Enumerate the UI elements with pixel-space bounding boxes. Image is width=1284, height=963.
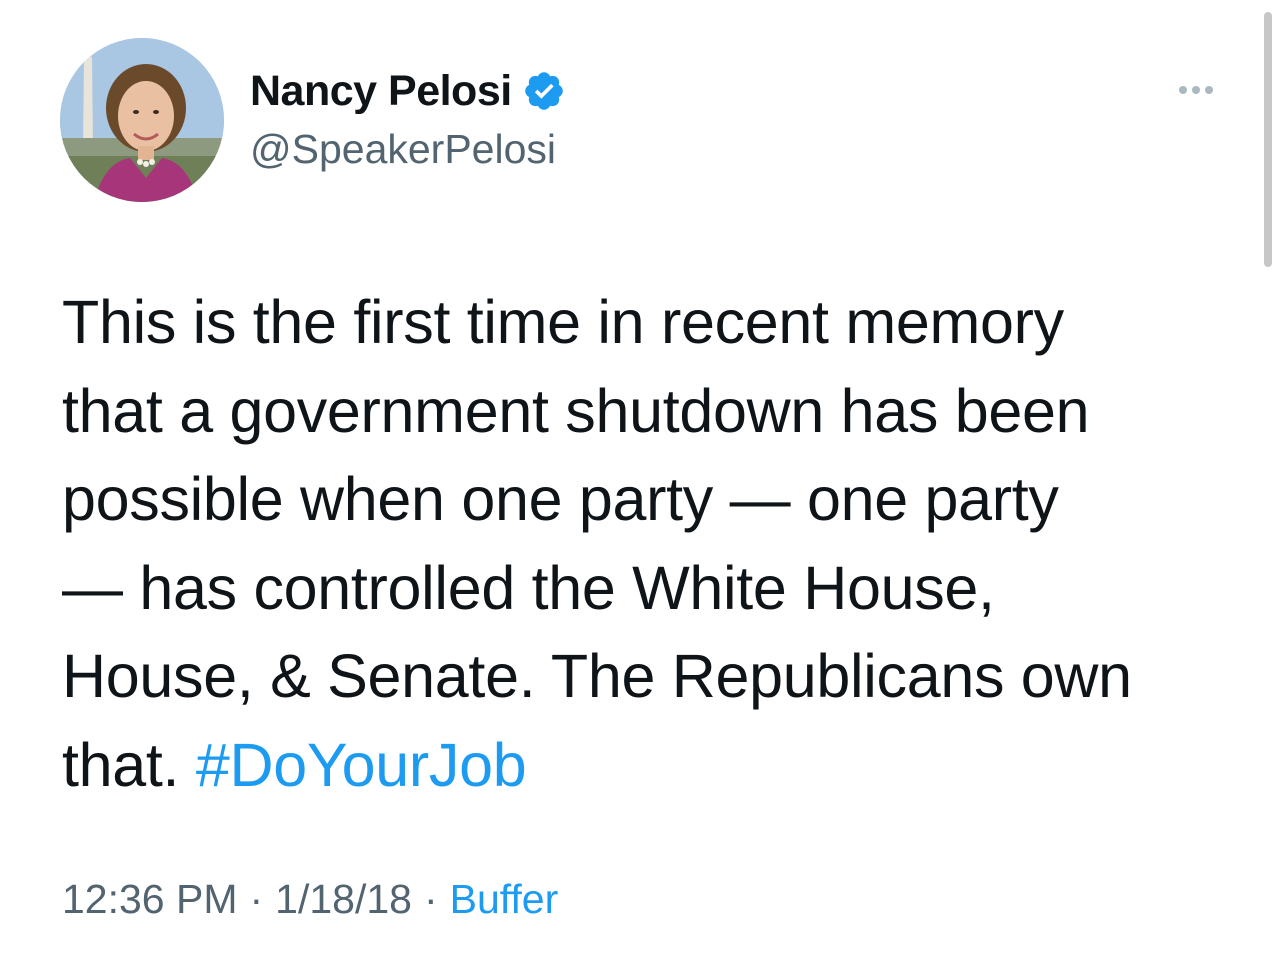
- meta-separator: ·: [423, 876, 438, 922]
- avatar-image: [60, 38, 224, 202]
- tweet-time[interactable]: 12:36 PM: [62, 876, 238, 922]
- verified-badge-icon: [522, 69, 566, 113]
- hashtag-link[interactable]: #DoYourJob: [196, 731, 527, 799]
- more-options-button[interactable]: [1168, 72, 1224, 108]
- scrollbar[interactable]: [1264, 12, 1272, 267]
- author-handle[interactable]: @SpeakerPelosi: [250, 126, 556, 173]
- tweet-text: This is the first time in recent memory …: [62, 278, 1242, 809]
- tweet-card: Nancy Pelosi @SpeakerPelosi This is the …: [0, 0, 1284, 963]
- more-options-icon: [1192, 86, 1200, 94]
- tweet-date[interactable]: 1/18/18: [275, 876, 412, 922]
- tweet-text-line-last: that. #DoYourJob: [62, 721, 1242, 810]
- tweet-source-link[interactable]: Buffer: [450, 876, 559, 922]
- meta-separator: ·: [249, 876, 264, 922]
- more-options-icon: [1179, 86, 1187, 94]
- tweet-text-line: possible when one party — one party: [62, 465, 1059, 533]
- tweet-text-line: House, & Senate. The Republicans own: [62, 642, 1132, 710]
- tweet-text-line: This is the first time in recent memory: [62, 288, 1064, 356]
- author-display-name[interactable]: Nancy Pelosi: [250, 67, 512, 116]
- tweet-text-line: that a government shutdown has been: [62, 376, 1090, 445]
- author-name-row: Nancy Pelosi: [250, 66, 566, 116]
- tweet-text-line: — has controlled the White House,: [62, 553, 995, 622]
- avatar[interactable]: [60, 38, 224, 202]
- tweet-text-fragment: that.: [62, 730, 196, 799]
- more-options-icon: [1205, 86, 1213, 94]
- tweet-meta: 12:36 PM · 1/18/18 · Buffer: [62, 876, 558, 923]
